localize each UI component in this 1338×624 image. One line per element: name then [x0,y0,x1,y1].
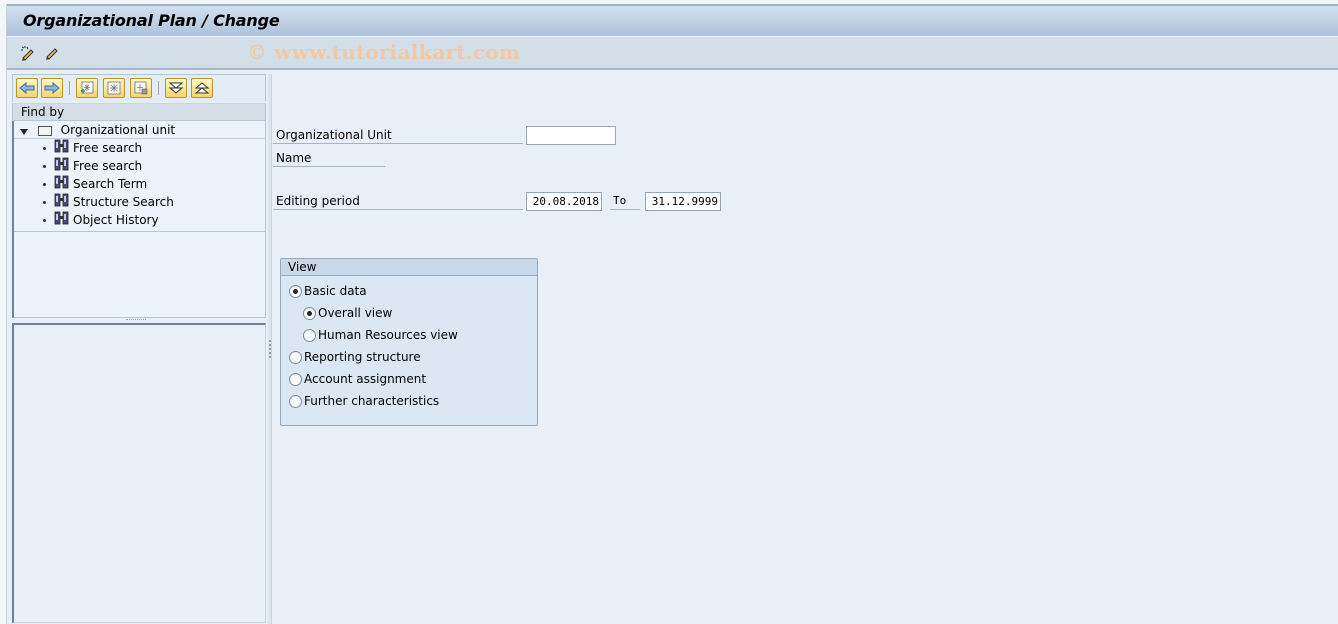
tree-item-label: Free search [73,141,143,155]
period-from-input[interactable]: 20.08.2018 [526,192,602,211]
bullet-icon [43,147,46,150]
expand-all-button[interactable] [165,78,187,98]
period-to-input[interactable]: 31.12.9999 [645,192,721,211]
application-toolbar: © www.tutorialkart.com [7,37,1338,70]
bullet-icon [43,201,46,204]
radio-label: Overall view [318,306,393,320]
bullet-icon [43,219,46,222]
toolbar-separator [158,81,159,95]
binoculars-icon [54,175,69,194]
bullet-icon [43,165,46,168]
results-pane [12,323,266,623]
collapse-all-button[interactable] [191,78,213,98]
radio-label: Reporting structure [304,350,421,364]
navigator-toolbar [12,74,266,102]
org-unit-input[interactable] [526,126,616,145]
binoculars-icon [54,139,69,158]
expand-icon [168,82,184,94]
sap-window: Organizational Plan / Change © www.tutor… [6,4,1338,624]
select-all-icon [107,81,121,95]
forward-button[interactable] [41,78,63,98]
create-icon [81,81,94,94]
bullet-icon [43,183,46,186]
search-tree: Organizational unit Free search Free sea… [12,121,266,318]
delete-icon [134,81,148,95]
radio-unselected-icon[interactable] [303,328,316,342]
radio-unselected-icon[interactable] [289,372,302,386]
radio-basic-data[interactable]: Basic data [289,282,367,300]
tree-item-object-history[interactable]: Object History [43,211,159,229]
magic-pencil-icon[interactable] [19,44,37,62]
radio-further-characteristics[interactable]: Further characteristics [289,392,439,410]
main-area: Organizational Unit Name Editing period … [273,74,1338,624]
tree-item-label: Structure Search [73,195,174,209]
back-button[interactable] [16,78,38,98]
find-by-header: Find by [12,103,266,121]
radio-selected-icon[interactable] [303,306,316,320]
to-label: To [610,192,640,210]
tree-item-label: Object History [73,213,159,227]
tree-item-free-search[interactable]: Free search [43,139,142,157]
tree-node-label: Organizational unit [60,123,176,137]
binoculars-icon [54,211,69,230]
select-all-button[interactable] [103,78,125,98]
delete-button[interactable] [130,78,152,98]
radio-label: Account assignment [304,372,427,386]
radio-label: Basic data [304,284,367,298]
title-bar: Organizational Plan / Change [7,4,1338,36]
tree-item-label: Search Term [73,177,148,191]
tree-item-free-search[interactable]: Free search [43,157,142,175]
splitter-grip-icon [126,319,146,321]
watermark-text: © www.tutorialkart.com [247,40,521,64]
folder-icon [37,125,52,136]
tree-item-search-term[interactable]: Search Term [43,175,147,193]
view-group-title: View [281,259,537,276]
binoculars-icon [54,193,69,212]
radio-human-resources-view[interactable]: Human Resources view [303,326,458,344]
org-unit-label: Organizational Unit [273,126,523,144]
object-navigator: Find by Organizational unit Free search … [12,74,268,624]
name-label: Name [273,149,385,167]
tree-item-structure-search[interactable]: Structure Search [43,193,174,211]
binoculars-icon [54,157,69,176]
radio-overall-view[interactable]: Overall view [303,304,392,322]
radio-unselected-icon[interactable] [289,394,302,408]
radio-label: Human Resources view [318,328,458,342]
toolbar-separator [69,81,70,95]
splitter-grip-icon [269,340,271,358]
collapse-icon [194,82,210,94]
window-title: Organizational Plan / Change [23,11,280,30]
radio-selected-icon[interactable] [289,284,302,298]
radio-reporting-structure[interactable]: Reporting structure [289,348,421,366]
expand-triangle-icon[interactable] [20,122,28,140]
tree-item-label: Free search [73,159,143,173]
radio-label: Further characteristics [304,394,440,408]
editing-period-label: Editing period [273,192,523,210]
back-arrow-icon [19,82,35,94]
radio-account-assignment[interactable]: Account assignment [289,370,426,388]
view-group: View Basic data Overall view Human Resou… [280,258,538,426]
tree-node-organizational-unit[interactable]: Organizational unit [20,121,175,139]
radio-unselected-icon[interactable] [289,350,302,364]
forward-arrow-icon [44,82,60,94]
vertical-splitter[interactable] [268,74,272,624]
pencil-icon[interactable] [42,44,60,62]
create-button[interactable] [76,78,98,98]
tree-divider [14,231,266,232]
